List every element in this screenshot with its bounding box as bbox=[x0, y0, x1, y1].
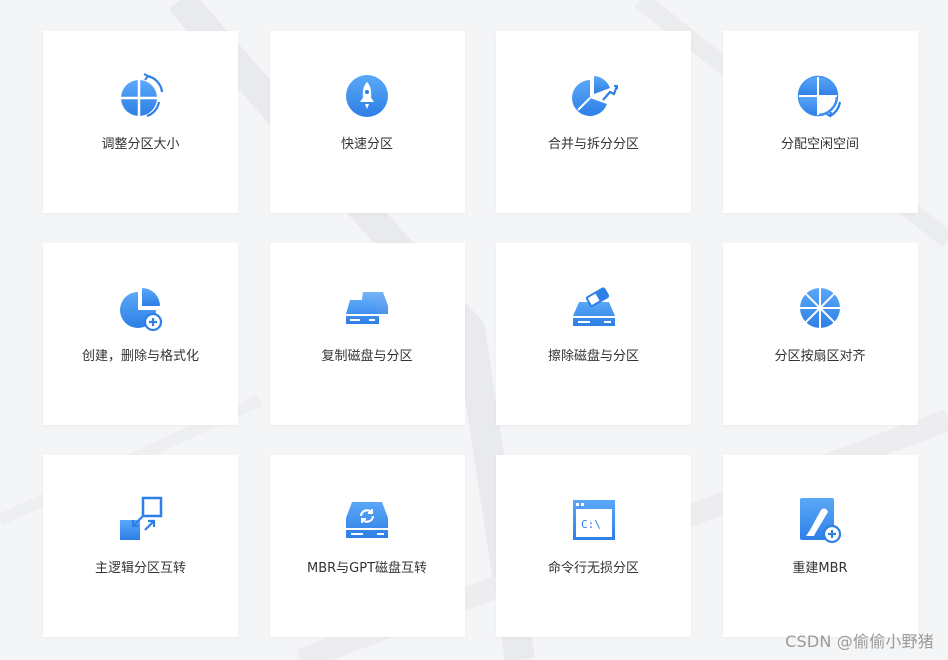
feature-label: 调整分区大小 bbox=[101, 137, 180, 152]
feature-label: 擦除磁盘与分区 bbox=[547, 349, 639, 364]
watermark: CSDN @偷偷小野猪 bbox=[785, 632, 934, 651]
feature-card-merge-split[interactable]: 合并与拆分分区 bbox=[496, 31, 691, 213]
feature-card-allocate-space[interactable]: 分配空闲空间 bbox=[722, 31, 918, 213]
feature-card-resize-partition[interactable]: 调整分区大小 bbox=[43, 31, 238, 213]
wipe-disk-icon bbox=[572, 287, 615, 326]
svg-text:C:\: C:\ bbox=[581, 518, 601, 531]
feature-label: 主逻辑分区互转 bbox=[94, 561, 186, 576]
create-partition-icon bbox=[119, 288, 162, 332]
feature-label: 分配空闲空间 bbox=[780, 137, 859, 152]
feature-label: 命令行无损分区 bbox=[547, 561, 639, 576]
feature-card-quick-partition[interactable]: 快速分区 bbox=[269, 31, 465, 213]
convert-primary-logical-icon bbox=[119, 496, 162, 540]
feature-label: 合并与拆分分区 bbox=[547, 137, 639, 152]
feature-label: 快速分区 bbox=[340, 137, 393, 152]
feature-grid: 调整分区大小 快速分区 合并与拆分分区 分配空闲空间 创建，删除与格式化 复制磁… bbox=[43, 31, 918, 637]
merge-split-pie-icon bbox=[571, 76, 618, 116]
feature-card-create-delete-format[interactable]: 创建，删除与格式化 bbox=[43, 243, 238, 425]
feature-label: 创建，删除与格式化 bbox=[81, 349, 199, 364]
feature-label: MBR与GPT磁盘互转 bbox=[306, 561, 428, 576]
feature-card-sector-align[interactable]: 分区按扇区对齐 bbox=[722, 243, 918, 425]
allocate-space-icon bbox=[797, 75, 842, 118]
copy-disk-icon bbox=[346, 292, 388, 324]
feature-label: 重建MBR bbox=[792, 561, 848, 576]
feature-label: 分区按扇区对齐 bbox=[774, 349, 866, 364]
rocket-icon bbox=[346, 75, 388, 117]
feature-card-convert-primary-logical[interactable]: 主逻辑分区互转 bbox=[43, 455, 238, 637]
feature-card-command-line[interactable]: C:\ 命令行无损分区 bbox=[496, 455, 691, 637]
resize-partition-icon bbox=[120, 73, 163, 118]
feature-label: 复制磁盘与分区 bbox=[321, 349, 413, 364]
feature-card-rebuild-mbr[interactable]: 重建MBR bbox=[722, 455, 918, 637]
sector-align-icon bbox=[800, 288, 840, 328]
command-line-icon: C:\ bbox=[572, 500, 615, 540]
feature-card-copy-disk[interactable]: 复制磁盘与分区 bbox=[269, 243, 465, 425]
feature-card-wipe-disk[interactable]: 擦除磁盘与分区 bbox=[496, 243, 691, 425]
rebuild-mbr-icon bbox=[800, 498, 842, 544]
feature-card-mbr-gpt-convert[interactable]: MBR与GPT磁盘互转 bbox=[269, 455, 465, 637]
mbr-gpt-convert-icon bbox=[346, 502, 388, 538]
